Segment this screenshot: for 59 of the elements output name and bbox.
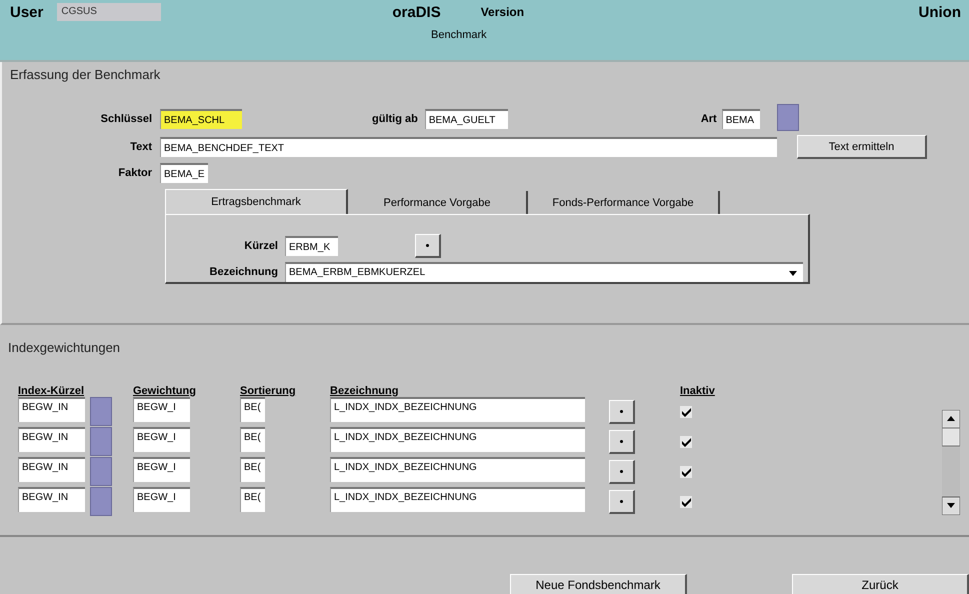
dropdown-arrow-icon	[789, 270, 797, 276]
column-header: Bezeichnung	[330, 385, 400, 397]
input-field[interactable]: BE(	[240, 397, 265, 422]
user-field: CGSUS	[57, 3, 162, 21]
input-field[interactable]: ERBM_K	[285, 236, 338, 256]
input-field[interactable]: L_INDX_INDX_BEZEICHNUNG	[330, 427, 585, 452]
input-field[interactable]: BEMA_E	[160, 163, 208, 183]
field-label: gültig ab	[372, 113, 418, 125]
field-label: Schlüssel	[100, 113, 152, 125]
dot-icon	[620, 470, 623, 473]
dropdown[interactable]: BEMA_ERBM_EBMKUERZEL	[285, 262, 803, 282]
field-label: Kürzel	[243, 240, 278, 252]
section-title: Indexgewichtungen	[8, 340, 122, 355]
input-field[interactable]: BEGW_IN	[18, 397, 85, 422]
input-field[interactable]: BEMA_BENCHDEF_TEXT	[160, 137, 777, 157]
input-field[interactable]: BEGW_I	[133, 457, 190, 482]
company-name: Union	[918, 4, 961, 20]
checkbox[interactable]	[680, 406, 692, 418]
form-subtitle: Benchmark	[431, 29, 488, 41]
column-header: Index-Kürzel	[18, 385, 86, 397]
field-label: Bezeichnung	[208, 266, 278, 278]
dot-icon	[620, 410, 623, 413]
input-field[interactable]: L_INDX_INDX_BEZEICHNUNG	[330, 457, 585, 482]
dot-icon	[620, 500, 623, 503]
input-field[interactable]: BEMA_SCHL	[160, 109, 242, 129]
input-field[interactable]: BEGW_IN	[18, 427, 85, 452]
input-field[interactable]: L_INDX_INDX_BEZEICHNUNG	[330, 397, 585, 422]
dot-icon	[620, 440, 623, 443]
checkbox[interactable]	[680, 466, 692, 478]
neue-fondsbenchmark-button[interactable]: Neue Fondsbenchmark	[510, 574, 687, 594]
field-label: Art	[700, 113, 717, 125]
tab[interactable]: Ertragsbenchmark	[165, 189, 348, 214]
zurueck-button[interactable]: Zurück	[792, 574, 969, 594]
input-field[interactable]: BEGW_I	[133, 397, 190, 422]
section-title: Erfassung der Benchmark	[10, 67, 162, 82]
input-field[interactable]: BE(	[240, 427, 265, 452]
scrollbar[interactable]	[942, 410, 960, 515]
checkbox[interactable]	[680, 496, 692, 508]
column-header: Inaktiv	[680, 385, 715, 397]
input-field[interactable]: BEGW_I	[133, 427, 190, 452]
column-header: Sortierung	[240, 385, 297, 397]
text-ermitteln-button[interactable]: Text ermitteln	[797, 135, 927, 159]
input-field[interactable]: BEMA_GUELT	[424, 109, 508, 129]
input-field[interactable]: BE(	[240, 457, 265, 482]
input-field[interactable]: BEGW_IN	[18, 457, 85, 482]
app-title: oraDIS	[392, 4, 441, 20]
field-label: Faktor	[117, 167, 152, 179]
input-field[interactable]: BEMA	[722, 109, 760, 129]
input-field[interactable]: L_INDX_INDX_BEZEICHNUNG	[330, 487, 585, 512]
checkbox[interactable]	[680, 436, 692, 448]
column-header: Gewichtung	[133, 385, 197, 397]
version-label: Version	[480, 5, 524, 19]
user-label: User	[10, 4, 44, 20]
input-field[interactable]: BEGW_I	[133, 487, 190, 512]
dropdown-value: BEMA_ERBM_EBMKUERZEL	[289, 266, 426, 280]
field-label: Text	[129, 141, 152, 153]
input-field[interactable]: BE(	[240, 487, 265, 512]
input-field[interactable]: BEGW_IN	[18, 487, 85, 512]
dot-icon	[426, 244, 429, 247]
